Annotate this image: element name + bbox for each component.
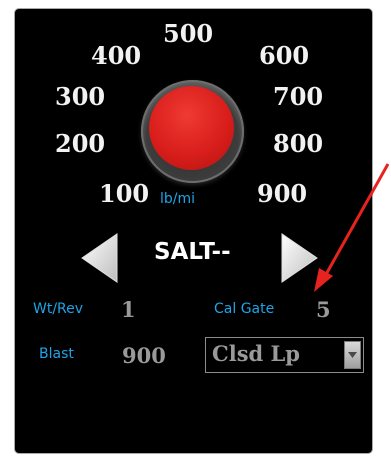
mode-prev-button[interactable] (79, 232, 121, 284)
blast-value[interactable]: 900 (122, 343, 166, 368)
dial-value-800: 800 (273, 129, 324, 158)
loop-mode-select[interactable]: Clsd Lp (205, 337, 364, 373)
dial-unit-label: lb/mi (160, 191, 196, 207)
rate-knob[interactable] (141, 80, 244, 183)
wt-rev-label: Wt/Rev (33, 301, 84, 317)
dial-value-100: 100 (99, 179, 150, 208)
annotation-arrow (314, 163, 390, 292)
dial-value-400: 400 (91, 41, 142, 70)
dial-value-600: 600 (259, 41, 310, 70)
chevron-down-icon (348, 352, 357, 358)
triangle-left-icon (81, 233, 118, 283)
dial-value-500: 500 (163, 19, 214, 48)
dial-value-700: 700 (273, 82, 324, 111)
wt-rev-value[interactable]: 1 (121, 297, 136, 322)
cal-gate-value[interactable]: 5 (316, 297, 331, 322)
cal-gate-label: Cal Gate (214, 301, 275, 317)
dropdown-button[interactable] (344, 341, 361, 369)
knob-cap (149, 86, 234, 170)
blast-label: Blast (39, 346, 74, 362)
dial-value-200: 200 (55, 129, 106, 158)
dial-value-300: 300 (55, 82, 106, 111)
loop-mode-selected: Clsd Lp (212, 341, 300, 366)
mode-label: SALT-- (154, 239, 231, 265)
